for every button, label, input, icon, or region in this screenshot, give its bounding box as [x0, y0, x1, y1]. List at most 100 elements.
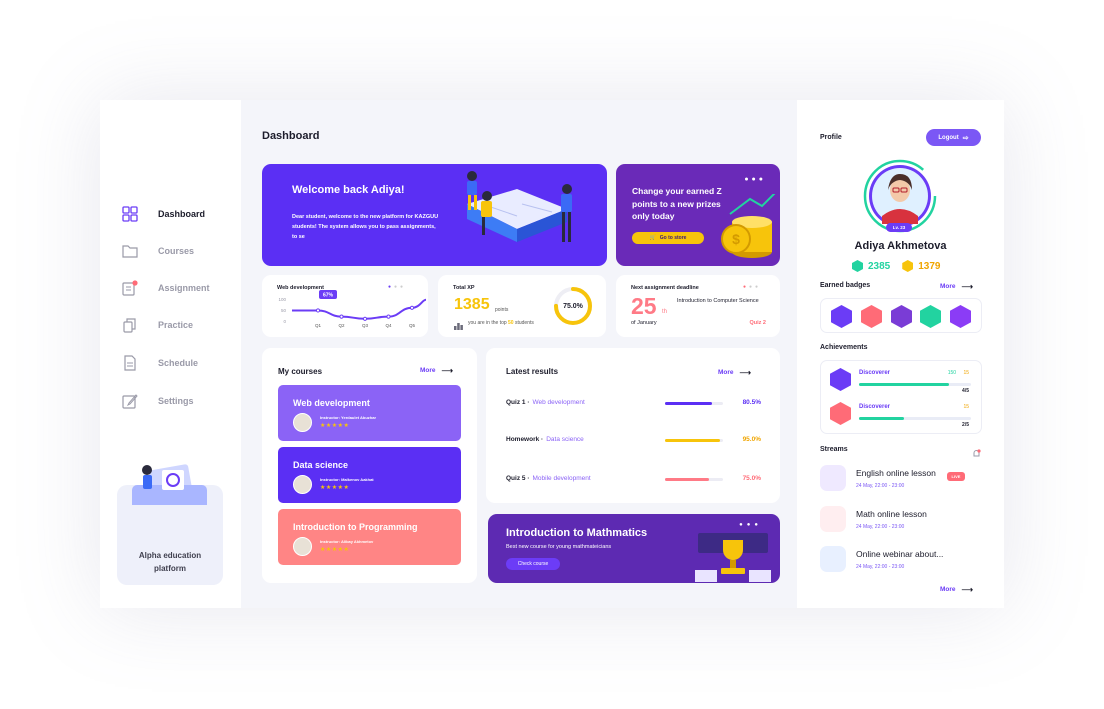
profile-title: Profile	[820, 134, 842, 141]
sidebar-item-practice[interactable]: Practice	[122, 315, 193, 335]
course-item-data-science[interactable]: Data science Instructor: Malkenov Aakhat…	[278, 447, 461, 503]
sidebar-item-assignment[interactable]: Assignment	[122, 278, 210, 298]
stream-item[interactable]: Online webinar about... 24 May, 22:00 - …	[820, 546, 985, 574]
course-instructor: Instructor: Malkenov Aakhat	[320, 477, 374, 482]
result-course: Web development	[532, 399, 585, 406]
course-item-intro-programming[interactable]: Introduction to Programming Instructor: …	[278, 509, 461, 565]
coins-icon: $	[721, 194, 776, 258]
result-progress-fill	[665, 402, 712, 405]
go-to-store-label: Go to store	[659, 235, 687, 241]
courses-more-link[interactable]: More ⟶	[420, 366, 453, 375]
go-to-store-button[interactable]: 🛒 Go to store	[632, 232, 704, 244]
arrow-right-icon: ⟶	[961, 585, 973, 594]
profile-panel: Profile Logout ⇨ Lv. 23 Adiya Akhmetova …	[797, 100, 1004, 608]
check-course-button[interactable]: Check course	[506, 558, 560, 570]
data-point	[339, 314, 344, 319]
data-point	[409, 305, 415, 310]
stream-title: English online lesson	[856, 468, 936, 478]
stream-item[interactable]: English online lesson 24 May, 22:00 - 23…	[820, 465, 985, 493]
achievement-progress: 4/5	[962, 388, 969, 394]
achievement-item[interactable]: Discoverer 150 15 4/5	[820, 364, 982, 396]
intro-heading: Introduction to Mathmatics	[506, 527, 648, 539]
xp-percent: 75.0%	[563, 303, 583, 310]
x-tick-label: Q5	[409, 323, 416, 328]
result-percent: 80.5%	[742, 399, 761, 406]
series-line	[292, 298, 427, 320]
badge-icon[interactable]	[831, 305, 852, 328]
sidebar-item-label: Dashboard	[158, 209, 206, 219]
arrow-right-icon: ⟶	[441, 366, 453, 375]
result-name: Homework	[506, 436, 540, 443]
deadline-quiz: Quiz 2	[749, 320, 766, 326]
badges-title: Earned badges	[820, 282, 871, 289]
badge-icon[interactable]	[861, 305, 882, 328]
achievement-name: Discoverer	[859, 404, 891, 410]
result-progress-bar	[665, 402, 723, 405]
xp-icon	[852, 260, 863, 272]
profile-name: Adiya Akhmetova	[854, 240, 947, 252]
deadline-day-suffix: th	[662, 309, 668, 315]
section-title: My courses	[278, 367, 323, 376]
deadline-month: of January	[631, 320, 657, 326]
pager-dots-icon: ●●●	[743, 284, 762, 290]
stream-title: Math online lesson	[856, 509, 927, 519]
sidebar-item-courses[interactable]: Courses	[122, 241, 194, 261]
xp-unit: points	[495, 307, 509, 313]
sidebar-item-schedule[interactable]: Schedule	[122, 353, 198, 373]
intro-text: Best new course for young mathmateicians	[506, 544, 612, 550]
badges-more-link[interactable]: More ⟶	[940, 282, 973, 291]
result-percent: 75.0%	[742, 475, 761, 482]
sidebar-item-label: Practice	[158, 320, 194, 330]
edit-icon	[122, 393, 138, 409]
sidebar-item-settings[interactable]: Settings	[122, 391, 194, 411]
achievement-item[interactable]: Discoverer 15 2/5	[820, 398, 982, 430]
stream-title: Online webinar about...	[856, 549, 944, 559]
welcome-heading: Welcome back Adiya!	[292, 184, 405, 196]
achievement-xp: 150	[947, 370, 957, 376]
course-title: Data science	[293, 460, 349, 470]
badge-icon[interactable]	[891, 305, 912, 328]
result-course: Mobile development	[532, 475, 591, 482]
achievement-name: Discoverer	[859, 370, 891, 376]
results-more-link[interactable]: More ⟶	[718, 368, 751, 377]
rank-suffix: students	[514, 320, 534, 326]
badges-list	[820, 298, 982, 333]
rating-stars-icon: ★★★★★	[320, 423, 350, 429]
result-row[interactable]: Homework · Data science 95.0%	[506, 436, 761, 446]
trophy-icon	[695, 533, 771, 582]
cart-icon: 🛒	[649, 235, 656, 241]
result-progress-bar	[665, 478, 723, 481]
profile-xp: 2385	[868, 260, 891, 272]
course-item-web-development[interactable]: Web development Instructor: Yerdaulet Ab…	[278, 385, 461, 441]
dashboard-icon	[122, 206, 138, 222]
result-name: Quiz 5	[506, 475, 526, 482]
x-tick-label: Q2	[338, 323, 345, 328]
platform-promo: Alpha education platform	[117, 464, 223, 585]
level-badge: Lv. 23	[886, 223, 912, 232]
logout-button[interactable]: Logout ⇨	[926, 129, 981, 146]
highlight-label: 67%	[323, 293, 334, 299]
rating-stars-icon: ★★★★★	[320, 547, 350, 553]
streams-more-link[interactable]: More ⟶	[940, 585, 973, 594]
result-course: Data science	[546, 436, 584, 443]
notification-bell-icon[interactable]	[972, 445, 981, 457]
result-row[interactable]: Quiz 1 · Web development 80.5%	[506, 399, 761, 409]
stream-item[interactable]: Math online lesson 24 May, 22:00 - 23:00	[820, 506, 985, 534]
folder-icon	[122, 243, 138, 259]
sidebar-item-dashboard[interactable]: Dashboard	[122, 204, 205, 224]
sidebar-item-label: Assignment	[158, 283, 210, 293]
achievements-title: Achievements	[820, 344, 868, 351]
rank-prefix: you are in the top	[468, 320, 507, 326]
result-progress-fill	[665, 439, 721, 442]
result-name: Quiz 1	[506, 399, 526, 406]
badge-icon[interactable]	[950, 305, 971, 328]
badge-icon[interactable]	[920, 305, 941, 328]
store-banner: Change your earned Z points to a new pri…	[616, 164, 780, 266]
achievement-coins: 15	[963, 370, 969, 376]
result-row[interactable]: Quiz 5 · Mobile development 75.0%	[506, 475, 761, 485]
course-title: Web development	[293, 398, 370, 408]
welcome-text: Dear student, welcome to the new platfor…	[292, 214, 439, 240]
stat-title: Total XP	[453, 285, 475, 291]
copy-icon	[122, 317, 138, 333]
stat-title: Next assignment deadline	[631, 285, 699, 291]
